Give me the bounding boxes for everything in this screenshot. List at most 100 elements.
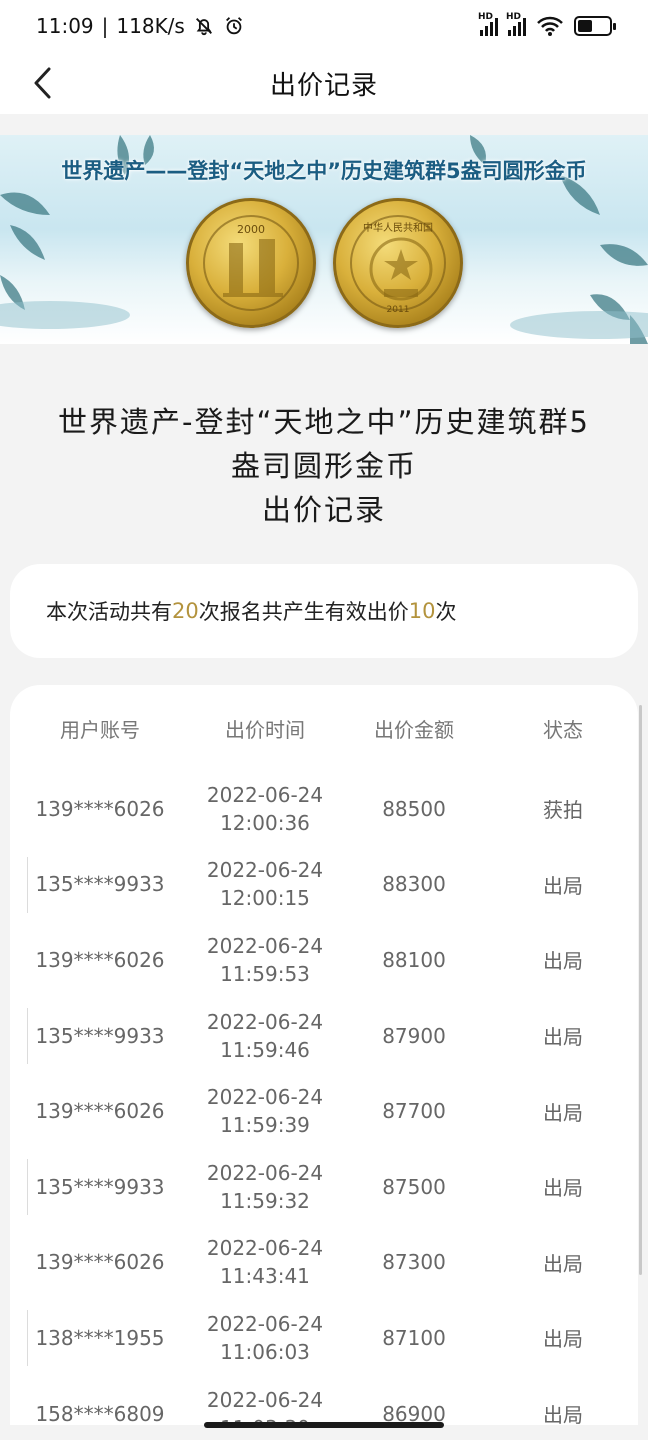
scrollbar[interactable] [639, 705, 642, 1275]
bid-date: 2022-06-24 [206, 933, 324, 958]
table-body: 139****6026 2022-06-24 12:00:36 88500 获拍 135*… [10, 771, 638, 1425]
cell-bid-amount: 88100 [382, 947, 446, 972]
auction-title-line-2: 盎司圆形金币 [230, 449, 417, 483]
cell-account: 135****9933 [35, 872, 165, 897]
status-bar: 11:09 | 118K/s HD HD [0, 0, 648, 52]
bid-clock-time: 11:43:41 [220, 1264, 310, 1289]
cell-account: 138****1955 [35, 1325, 165, 1350]
bid-date: 2022-06-24 [206, 1085, 324, 1110]
product-banner: 世界遗产——登封“天地之中”历史建筑群5盎司圆形金币 2000 中华人民共和国 … [0, 135, 648, 344]
summary-suffix: 次 [435, 600, 457, 624]
table-row: 135****9933 2022-06-24 11:59:46 87900 出局 [10, 998, 638, 1074]
bid-clock-time: 11:59:32 [220, 1188, 310, 1213]
cell-bid-time: 2022-06-24 12:00:15 [190, 856, 340, 912]
auction-title: 世界遗产-登封“天地之中”历史建筑群5 盎司圆形金币 出价记录 [0, 400, 648, 532]
cell-status: 出局 [543, 949, 583, 974]
hd-label-1: HD [478, 12, 494, 22]
auction-title-line-3: 出价记录 [261, 493, 386, 527]
header-account: 用户账号 [60, 717, 140, 742]
table-header: 用户账号 出价时间 出价金额 状态 [10, 685, 638, 771]
coin-reverse-image: 2000 [186, 198, 316, 328]
bid-date: 2022-06-24 [206, 1387, 324, 1412]
cell-account: 135****9933 [35, 1174, 165, 1199]
bid-clock-time: 12:00:36 [220, 810, 310, 835]
home-indicator[interactable] [204, 1422, 444, 1428]
cell-account: 158****6809 [35, 1401, 165, 1425]
status-time: 11:09 [36, 14, 94, 38]
cell-status: 获拍 [543, 798, 583, 823]
cell-bid-amount: 87300 [382, 1250, 446, 1275]
bid-date: 2022-06-24 [206, 1311, 324, 1336]
row-divider [27, 856, 28, 913]
cell-status: 出局 [543, 873, 583, 898]
row-divider [27, 1007, 28, 1064]
header-bid-time: 出价时间 [225, 717, 305, 742]
table-row: 138****1955 2022-06-24 11:06:03 87100 出局 [10, 1300, 638, 1376]
cell-bid-time: 2022-06-24 11:59:53 [190, 932, 340, 988]
summary-middle: 次报名共产生有效出价 [198, 600, 409, 624]
table-row: 135****9933 2022-06-24 12:00:15 88300 出局 [10, 847, 638, 923]
cell-status: 出局 [543, 1176, 583, 1201]
banner-title: 世界遗产——登封“天地之中”历史建筑群5盎司圆形金币 [61, 159, 587, 183]
coin-year: 2011 [386, 305, 410, 315]
page-title: 出价记录 [269, 70, 378, 101]
cell-bid-time: 2022-06-24 11:59:39 [190, 1083, 340, 1139]
app-header: 出价记录 [0, 52, 648, 114]
status-right: HD HD [478, 12, 616, 37]
table-row: 158****68092022-06-2411:03:3086900出局 [10, 1376, 638, 1425]
cell-status: 出局 [543, 1327, 583, 1352]
cell-account: 139****6026 [35, 947, 165, 972]
signal-strength-icon-2: HD [506, 12, 526, 36]
cell-bid-amount: 87900 [382, 1023, 446, 1048]
cell-bid-amount: 87700 [382, 1099, 446, 1124]
cell-bid-amount: 88500 [382, 796, 446, 821]
signal-strength-icon: HD [478, 12, 498, 36]
cell-account: 135****9933 [35, 1023, 165, 1048]
registration-count: 20 [172, 599, 199, 623]
bid-records-table: 用户账号 出价时间 出价金额 状态 139****6026 2022-06-24 1… [10, 685, 638, 1425]
cell-status: 出局 [543, 1251, 583, 1276]
summary-prefix: 本次活动共有 [46, 600, 172, 624]
cell-bid-amount: 88300 [382, 872, 446, 897]
table-row: 139****6026 2022-06-24 11:59:39 87700 出局 [10, 1073, 638, 1149]
bid-date: 2022-06-24 [206, 858, 324, 883]
status-separator: | [101, 14, 109, 38]
bid-clock-time: 11:06:03 [220, 1339, 310, 1364]
cell-account: 139****6026 [35, 1099, 165, 1124]
bell-muted-icon [195, 18, 212, 36]
back-button[interactable] [20, 60, 66, 106]
network-speed: 118K/s [116, 14, 185, 38]
bid-count: 10 [408, 599, 436, 623]
header-status: 状态 [543, 717, 583, 742]
bid-date: 2022-06-24 [206, 1160, 324, 1185]
bid-clock-time: 11:59:53 [220, 961, 310, 986]
bid-date: 2022-06-24 [206, 1009, 324, 1034]
cell-bid-time: 2022-06-24 12:00:36 [190, 781, 340, 837]
cell-bid-time: 2022-06-24 11:43:41 [190, 1234, 340, 1290]
auction-title-line-1: 世界遗产-登封“天地之中”历史建筑群5 [58, 405, 590, 439]
alarm-clock-icon [225, 17, 242, 35]
row-divider [27, 1158, 28, 1215]
status-left: 11:09 | 118K/s [36, 14, 245, 38]
cell-bid-time: 2022-06-24 11:59:32 [190, 1159, 340, 1215]
summary-card: 本次活动共有 20 次报名共产生有效出价 10 次 [10, 564, 638, 658]
table-row: 135****9933 2022-06-24 11:59:32 87500 出局 [10, 1149, 638, 1225]
chevron-left-icon [34, 67, 51, 99]
table-row: 139****6026 2022-06-24 12:00:36 88500 获拍 [10, 771, 638, 847]
cell-account: 139****6026 [35, 1250, 165, 1275]
bid-clock-time: 12:00:15 [220, 886, 310, 911]
cell-account: 139****6026 [35, 796, 165, 821]
header-bid-amount: 出价金额 [374, 717, 454, 742]
wifi-icon [537, 16, 563, 36]
cell-bid-amount: 87500 [382, 1174, 446, 1199]
bid-date: 2022-06-24 [206, 1236, 324, 1261]
cell-status: 出局 [543, 1403, 583, 1425]
row-divider [27, 1310, 28, 1367]
cell-status: 出局 [543, 1100, 583, 1125]
cell-bid-amount: 87100 [382, 1325, 446, 1350]
coin-obverse-image: 中华人民共和国 2011 [333, 198, 463, 328]
battery-icon [574, 16, 616, 36]
cell-status: 出局 [543, 1025, 583, 1050]
table-row: 139****6026 2022-06-24 11:59:53 88100 出局 [10, 922, 638, 998]
bid-clock-time: 11:59:46 [220, 1037, 310, 1062]
